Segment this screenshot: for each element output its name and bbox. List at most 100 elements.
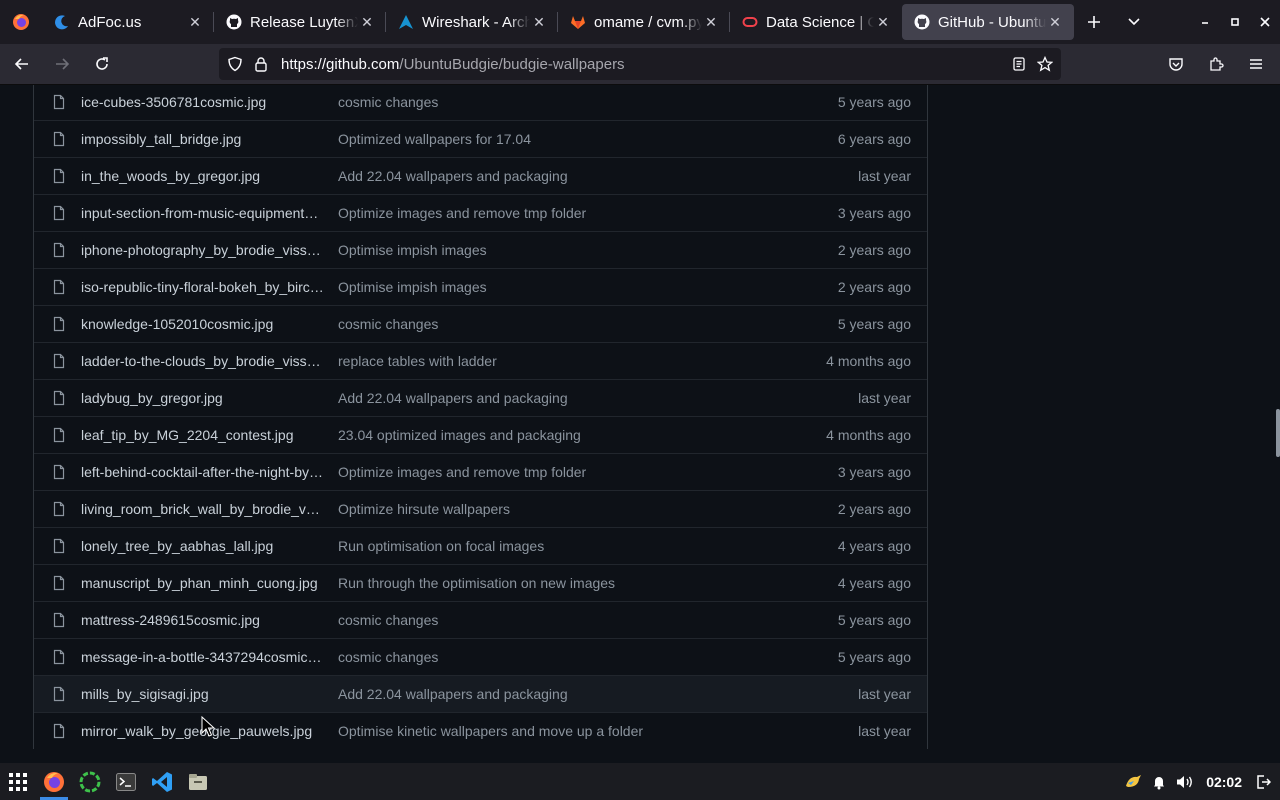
firefox-view-button[interactable] (0, 0, 42, 44)
close-icon[interactable]: ✕ (530, 13, 548, 31)
close-icon[interactable]: ✕ (702, 13, 720, 31)
commit-message-link[interactable]: Run through the optimisation on new imag… (338, 575, 787, 591)
commit-message-link[interactable]: Add 22.04 wallpapers and packaging (338, 168, 787, 184)
pocket-icon (1169, 58, 1183, 71)
file-row[interactable]: impossibly_tall_bridge.jpg Optimized wall… (34, 120, 927, 157)
commit-message-link[interactable]: cosmic changes (338, 94, 787, 110)
file-row[interactable]: mattress-2489615cosmic.jpg cosmic changes… (34, 601, 927, 638)
commit-message-link[interactable]: Optimized wallpapers for 17.04 (338, 131, 787, 147)
file-name-link[interactable]: mills_by_sigisagi.jpg (81, 686, 324, 702)
taskbar-files[interactable] (180, 763, 216, 800)
list-all-tabs-button[interactable] (1114, 0, 1154, 44)
tab-cvm[interactable]: omame / cvm.py ✕ (558, 0, 730, 44)
taskbar-vscode[interactable] (144, 763, 180, 800)
file-name-link[interactable]: input-section-from-music-equipment… (81, 205, 324, 221)
file-name-link[interactable]: in_the_woods_by_gregor.jpg (81, 168, 324, 184)
file-row[interactable]: iso-republic-tiny-floral-bokeh_by_birc… O… (34, 268, 927, 305)
tab-datascience[interactable]: Data Science | Or ✕ (730, 0, 902, 44)
commit-message-link[interactable]: cosmic changes (338, 612, 787, 628)
forward-button[interactable] (44, 48, 80, 80)
extensions-button[interactable] (1198, 48, 1234, 80)
close-icon[interactable]: ✕ (874, 13, 892, 31)
file-name-link[interactable]: iphone-photography_by_brodie_viss… (81, 242, 324, 258)
file-name-link[interactable]: ladybug_by_gregor.jpg (81, 390, 324, 406)
commit-message-link[interactable]: Add 22.04 wallpapers and packaging (338, 390, 787, 406)
commit-message-link[interactable]: Run optimisation on focal images (338, 538, 787, 554)
budgie-icon (79, 771, 101, 792)
clock[interactable]: 02:02 (1206, 774, 1242, 790)
app-menu-launcher[interactable] (0, 763, 36, 800)
notifications-tray[interactable] (1148, 771, 1170, 793)
file-row[interactable]: ladder-to-the-clouds_by_brodie_viss… repl… (34, 342, 927, 379)
file-name-link[interactable]: left-behind-cocktail-after-the-night-by… (81, 464, 324, 480)
file-row[interactable]: in_the_woods_by_gregor.jpg Add 22.04 wall… (34, 157, 927, 194)
commit-message-link[interactable]: Add 22.04 wallpapers and packaging (338, 686, 787, 702)
file-row[interactable]: mills_by_sigisagi.jpg Add 22.04 wallpaper… (34, 675, 927, 712)
close-icon[interactable]: ✕ (186, 13, 204, 31)
file-row[interactable]: left-behind-cocktail-after-the-night-by…… (34, 453, 927, 490)
file-row[interactable]: manuscript_by_phan_minh_cuong.jpg Run thr… (34, 564, 927, 601)
commit-message-link[interactable]: Optimise impish images (338, 242, 787, 258)
file-row[interactable]: lonely_tree_by_aabhas_lall.jpg Run optimi… (34, 527, 927, 564)
tab-wireshark[interactable]: Wireshark - Arch ✕ (386, 0, 558, 44)
commit-message-link[interactable]: Optimize images and remove tmp folder (338, 205, 787, 221)
commit-age: 3 years ago (837, 464, 911, 480)
back-button[interactable] (4, 48, 40, 80)
file-name-link[interactable]: message-in-a-bottle-3437294cosmic… (81, 649, 324, 665)
file-row[interactable]: knowledge-1052010cosmic.jpg cosmic change… (34, 305, 927, 342)
file-name-link[interactable]: living_room_brick_wall_by_brodie_v… (81, 501, 324, 517)
file-row[interactable]: ice-cubes-3506781cosmic.jpg cosmic change… (34, 85, 927, 120)
taskbar-budgie[interactable] (72, 763, 108, 800)
new-tab-button[interactable] (1074, 0, 1114, 44)
file-row[interactable]: leaf_tip_by_MG_2204_contest.jpg 23.04 opt… (34, 416, 927, 453)
file-row[interactable]: living_room_brick_wall_by_brodie_v… Optim… (34, 490, 927, 527)
commit-age: 3 years ago (837, 205, 911, 221)
file-name-link[interactable]: ladder-to-the-clouds_by_brodie_viss… (81, 353, 324, 369)
power-tray[interactable] (1252, 771, 1274, 793)
taskbar-terminal[interactable] (108, 763, 144, 800)
commit-message-link[interactable]: replace tables with ladder (338, 353, 787, 369)
minimize-button[interactable] (1190, 0, 1220, 44)
file-row[interactable]: ladybug_by_gregor.jpg Add 22.04 wallpaper… (34, 379, 927, 416)
close-window-button[interactable] (1250, 0, 1280, 44)
file-name-link[interactable]: impossibly_tall_bridge.jpg (81, 131, 324, 147)
file-row[interactable]: mirror_walk_by_georgie_pauwels.jpg Optimi… (34, 712, 927, 749)
file-name-link[interactable]: iso-republic-tiny-floral-bokeh_by_birc… (81, 279, 324, 295)
close-icon[interactable]: ✕ (358, 13, 376, 31)
app-menu-button[interactable] (1238, 48, 1274, 80)
commit-message-link[interactable]: 23.04 optimized images and packaging (338, 427, 787, 443)
page-scrollbar-thumb[interactable] (1276, 409, 1280, 457)
lock-icon[interactable] (253, 56, 269, 72)
commit-message-link[interactable]: Optimise impish images (338, 279, 787, 295)
file-row[interactable]: iphone-photography_by_brodie_viss… Optimi… (34, 231, 927, 268)
commit-message-link[interactable]: Optimize hirsute wallpapers (338, 501, 787, 517)
file-name-link[interactable]: leaf_tip_by_MG_2204_contest.jpg (81, 427, 324, 443)
reload-button[interactable] (84, 48, 120, 80)
commit-message-link[interactable]: Optimize images and remove tmp folder (338, 464, 787, 480)
commit-message-link[interactable]: cosmic changes (338, 316, 787, 332)
file-name-link[interactable]: knowledge-1052010cosmic.jpg (81, 316, 324, 332)
file-row[interactable]: message-in-a-bottle-3437294cosmic… cosmic… (34, 638, 927, 675)
commit-message-link[interactable]: cosmic changes (338, 649, 787, 665)
bookmark-star-icon[interactable] (1037, 56, 1053, 72)
file-name-link[interactable]: lonely_tree_by_aabhas_lall.jpg (81, 538, 324, 554)
tab-adfocus[interactable]: AdFoc.us ✕ (42, 0, 214, 44)
tab-github-active[interactable]: GitHub - Ubuntu ✕ (902, 4, 1074, 40)
file-name-link[interactable]: mattress-2489615cosmic.jpg (81, 612, 324, 628)
close-icon[interactable]: ✕ (1046, 13, 1064, 31)
maximize-button[interactable] (1220, 0, 1250, 44)
volume-tray[interactable] (1174, 771, 1196, 793)
tab-luytenx[interactable]: Release LuytenX ✕ (214, 0, 386, 44)
reader-view-icon[interactable] (1011, 56, 1027, 72)
commit-message-link[interactable]: Optimise kinetic wallpapers and move up … (338, 723, 787, 739)
address-bar[interactable]: https://github.com/UbuntuBudgie/budgie-w… (219, 48, 1061, 80)
taskbar-firefox[interactable] (36, 763, 72, 800)
url-text[interactable]: https://github.com/UbuntuBudgie/budgie-w… (281, 56, 625, 73)
plus-icon (1088, 16, 1100, 28)
shield-icon[interactable] (227, 56, 243, 72)
file-name-link[interactable]: manuscript_by_phan_minh_cuong.jpg (81, 575, 324, 591)
budgie-welcome-tray[interactable] (1122, 771, 1144, 793)
pocket-button[interactable] (1158, 48, 1194, 80)
file-name-link[interactable]: ice-cubes-3506781cosmic.jpg (81, 94, 324, 110)
file-row[interactable]: input-section-from-music-equipment… Optim… (34, 194, 927, 231)
